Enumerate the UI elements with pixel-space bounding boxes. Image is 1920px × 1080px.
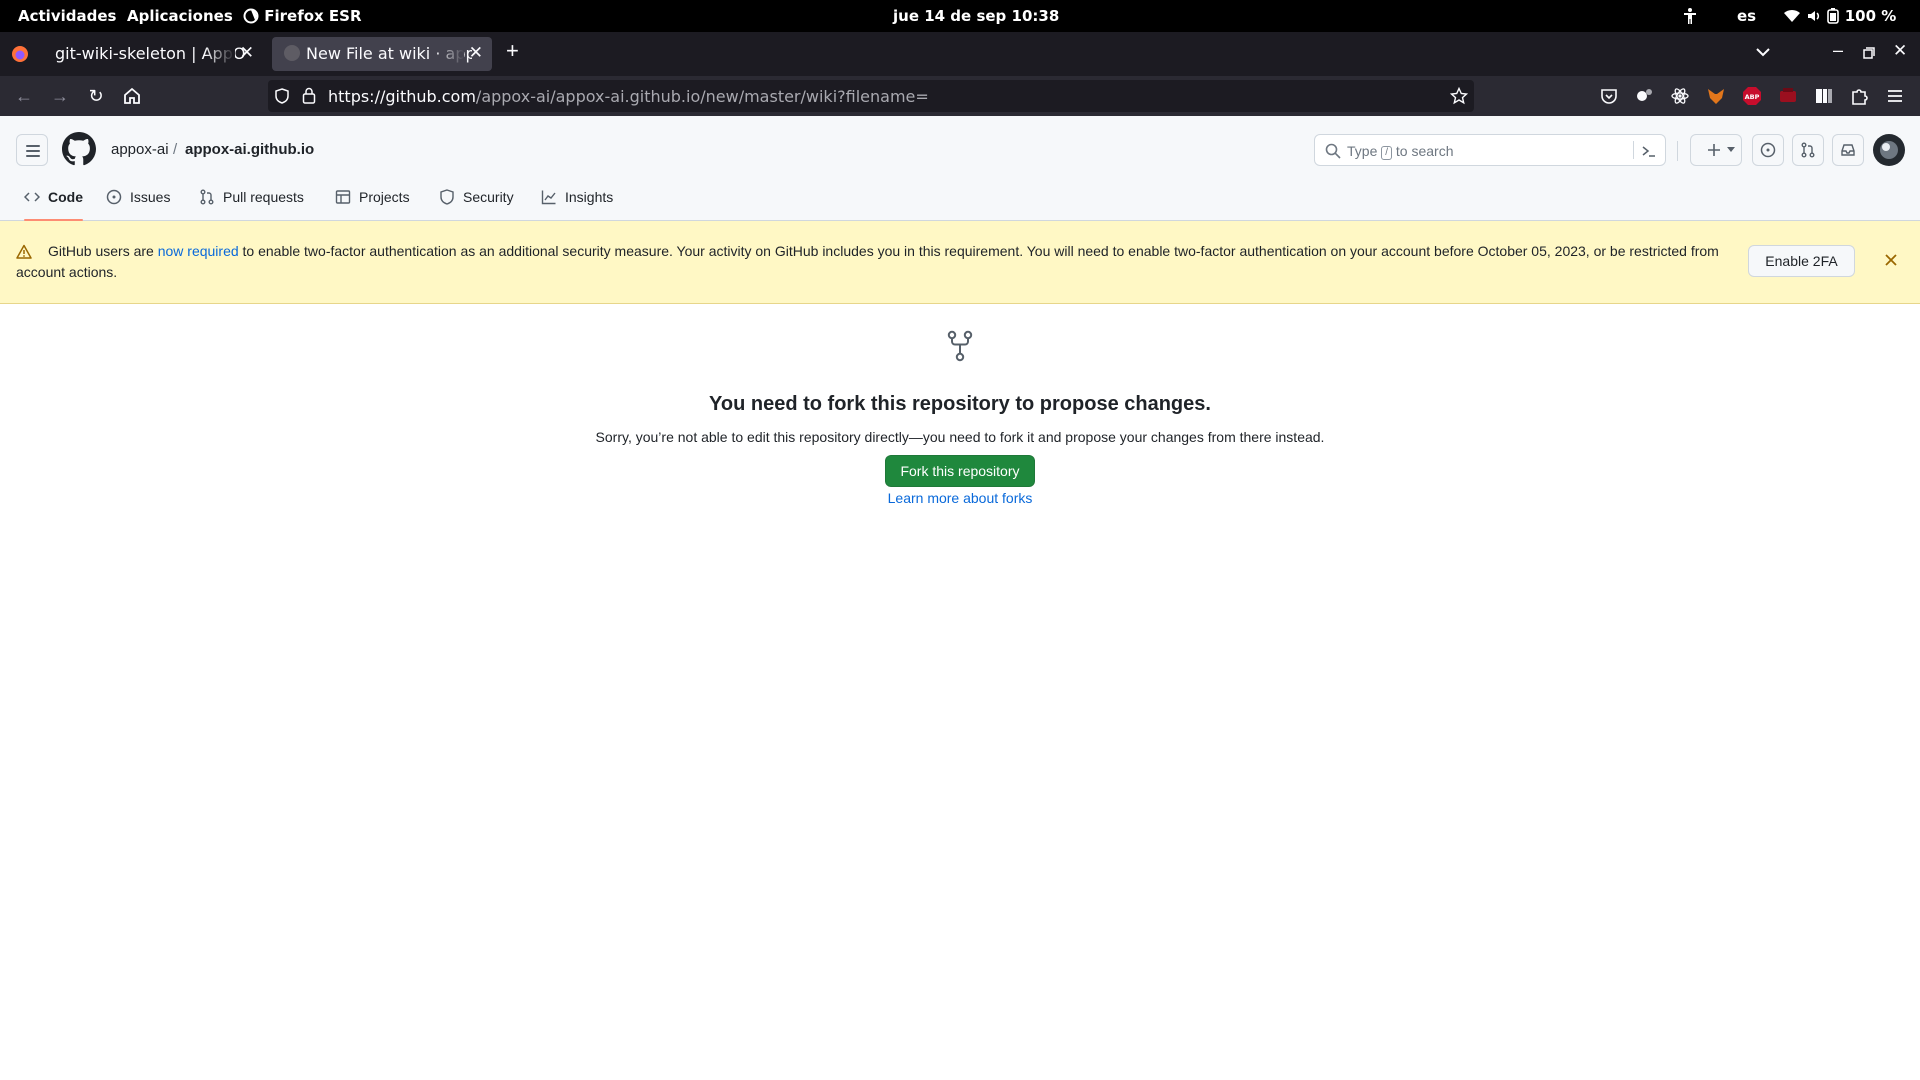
tab-issues[interactable]: Issues — [106, 179, 170, 219]
command-palette-icon[interactable] — [1641, 143, 1657, 159]
tab-code[interactable]: Code — [23, 179, 83, 221]
learn-more-forks-link[interactable]: Learn more about forks — [0, 490, 1920, 506]
tab-projects[interactable]: Projects — [335, 179, 410, 219]
pull-requests-button[interactable] — [1792, 134, 1824, 166]
tab-label: Issues — [130, 189, 171, 205]
lock-icon[interactable] — [302, 87, 316, 104]
plus-icon — [1708, 144, 1720, 156]
extensions-puzzle-icon[interactable] — [1849, 86, 1869, 106]
browser-tab-strip: git-wiki-skeleton | AppOX ✕ New File at … — [0, 32, 1920, 76]
app-menu[interactable]: Firefox ESR — [243, 7, 362, 25]
url-bar[interactable]: https://github.com/appox-ai/appox-ai.git… — [268, 80, 1474, 112]
pull-request-icon — [200, 189, 214, 205]
create-new-button[interactable] — [1690, 134, 1742, 166]
close-window-icon[interactable]: ✕ — [1893, 41, 1907, 61]
github-logo-icon[interactable] — [62, 132, 96, 166]
tab-label: Security — [463, 189, 514, 205]
system-menu[interactable]: 100 % — [1783, 7, 1896, 25]
close-banner-icon[interactable] — [1884, 253, 1898, 267]
search-icon — [1325, 143, 1341, 159]
close-tab-icon[interactable]: ✕ — [469, 43, 483, 63]
metamask-fox-icon[interactable] — [1706, 86, 1726, 106]
breadcrumb-repo[interactable]: appox-ai.github.io — [185, 141, 314, 158]
git-pull-request-icon — [1801, 142, 1815, 158]
issue-icon — [106, 189, 122, 205]
accessibility-icon[interactable] — [1682, 7, 1698, 26]
browser-tab-new-file[interactable]: New File at wiki · appox ✕ — [272, 37, 492, 71]
battery-level: 100 % — [1844, 7, 1897, 25]
extension-puzzle-dark-icon[interactable] — [1634, 86, 1654, 106]
pocket-icon[interactable] — [1599, 86, 1619, 106]
code-icon — [23, 192, 41, 202]
reload-button[interactable]: ↻ — [84, 84, 108, 108]
firefox-view-icon[interactable] — [11, 45, 29, 63]
minimize-window-icon[interactable]: – — [1833, 40, 1843, 61]
fork-repository-button[interactable]: Fork this repository — [885, 455, 1035, 487]
tab-security[interactable]: Security — [439, 179, 514, 219]
page-title: You need to fork this repository to prop… — [709, 393, 1211, 415]
back-button[interactable]: ← — [12, 84, 36, 108]
enable-2fa-button[interactable]: Enable 2FA — [1748, 245, 1855, 277]
gnome-top-bar: Actividades Aplicaciones Firefox ESR jue… — [0, 0, 1920, 32]
github-favicon-icon — [284, 45, 300, 61]
tab-insights[interactable]: Insights — [541, 179, 613, 219]
clock[interactable]: jue 14 de sep 10:38 — [893, 7, 1059, 25]
github-header: appox-ai / appox-ai.github.io Type / to … — [0, 116, 1920, 221]
search-input[interactable]: Type / to search — [1314, 134, 1666, 166]
url-text[interactable]: https://github.com/appox-ai/appox-ai.git… — [328, 87, 929, 106]
battery-icon — [1827, 8, 1840, 24]
banner-message: GitHub users are now required to enable … — [16, 243, 1719, 280]
tab-label: Pull requests — [223, 189, 304, 205]
tab-pull-requests[interactable]: Pull requests — [199, 179, 304, 219]
fork-required-blankslate: You need to fork this repository to prop… — [0, 330, 1920, 506]
breadcrumb-separator: / — [173, 141, 178, 158]
app-name: Firefox ESR — [264, 7, 362, 25]
bookmark-star-icon[interactable] — [1450, 87, 1468, 105]
inbox-button[interactable] — [1832, 134, 1864, 166]
description: Sorry, you’re not able to edit this repo… — [595, 429, 1325, 445]
shield-icon — [440, 189, 454, 205]
table-icon — [335, 190, 351, 204]
adblock-plus-icon[interactable]: ABP — [1742, 86, 1762, 106]
app-menu-hamburger-icon[interactable] — [1885, 86, 1905, 106]
now-required-link[interactable]: now required — [158, 243, 239, 259]
applications-menu[interactable]: Aplicaciones — [127, 7, 233, 25]
browser-navigation-bar: ← → ↻ https://github.com/appox-ai/appox-… — [0, 76, 1920, 116]
tracking-protection-shield-icon[interactable] — [274, 88, 290, 104]
new-tab-button[interactable]: + — [506, 38, 519, 64]
search-placeholder: Type / to search — [1347, 143, 1454, 160]
tab-label: Insights — [565, 189, 614, 205]
avatar[interactable] — [1873, 134, 1905, 166]
search-shortcut-key: / — [1381, 146, 1393, 160]
url-host: https://github.com — [328, 87, 476, 106]
tab-label: Code — [48, 189, 83, 205]
svg-text:ABP: ABP — [1745, 93, 1760, 101]
home-icon[interactable] — [120, 84, 144, 108]
issues-button[interactable] — [1752, 134, 1784, 166]
firefox-icon — [243, 8, 259, 24]
activities-button[interactable]: Actividades — [18, 7, 116, 25]
graph-icon — [541, 190, 556, 205]
wifi-icon — [1784, 9, 1800, 22]
react-devtools-icon[interactable] — [1670, 86, 1690, 106]
close-tab-icon[interactable]: ✕ — [240, 43, 254, 63]
restore-window-icon[interactable] — [1863, 47, 1875, 59]
inbox-icon — [1841, 144, 1855, 156]
global-nav-menu-button[interactable] — [16, 134, 48, 166]
triangle-down-icon — [1727, 147, 1735, 152]
url-path: /appox-ai/appox-ai.github.io/new/master/… — [475, 87, 929, 106]
extension-red-icon[interactable] — [1778, 86, 1798, 106]
breadcrumb-owner[interactable]: appox-ai — [111, 141, 169, 158]
list-all-tabs-icon[interactable] — [1756, 47, 1770, 57]
issue-opened-icon — [1760, 142, 1776, 158]
two-factor-banner: GitHub users are now required to enable … — [0, 221, 1920, 304]
repo-forked-icon — [947, 330, 973, 362]
browser-tab-git-wiki-skeleton[interactable]: git-wiki-skeleton | AppOX ✕ — [43, 37, 263, 71]
reader-library-icon[interactable] — [1814, 86, 1834, 106]
forward-button[interactable]: → — [48, 84, 72, 108]
language-indicator[interactable]: es — [1737, 7, 1756, 25]
tab-label: Projects — [359, 189, 410, 205]
volume-icon — [1808, 11, 1820, 21]
